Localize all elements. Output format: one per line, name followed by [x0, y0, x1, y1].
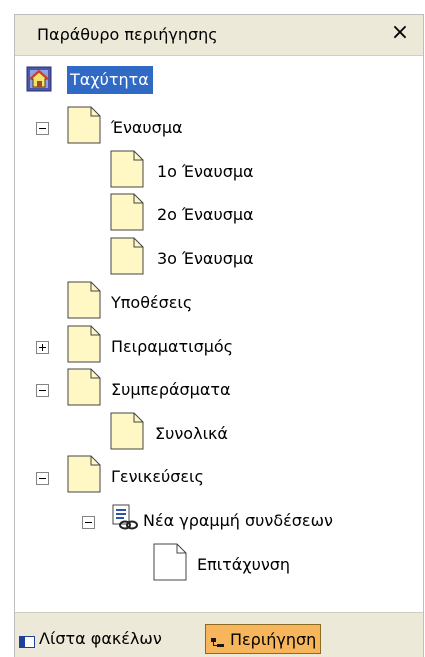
home-icon	[26, 66, 52, 92]
tree-item-first-trigger[interactable]: 1ο Έναυσμα	[157, 162, 254, 181]
page-icon	[110, 193, 144, 231]
page-icon	[110, 412, 144, 450]
tree-item-overall[interactable]: Συνολικά	[155, 424, 228, 443]
navigation-icon	[210, 634, 226, 647]
collapse-icon[interactable]	[36, 384, 49, 397]
tree-item-second-trigger[interactable]: 2ο Έναυσμα	[157, 205, 254, 224]
folder-list-icon	[19, 633, 35, 648]
tree-item-trigger[interactable]: Έναυσμα	[111, 118, 183, 137]
tree-root-velocity[interactable]: Ταχύτητα	[67, 66, 153, 94]
collapse-icon[interactable]	[36, 472, 49, 485]
expand-icon[interactable]	[36, 341, 49, 354]
pane-title: Παράθυρο περιήγησης	[37, 25, 218, 44]
collapse-icon[interactable]	[82, 516, 95, 529]
page-icon	[110, 237, 144, 275]
white-page-icon	[153, 543, 187, 581]
tree-item-conclusions[interactable]: Συμπεράσματα	[111, 380, 231, 399]
page-icon	[110, 150, 144, 188]
tree-item-acceleration[interactable]: Επιτάχυνση	[197, 555, 290, 574]
page-icon	[67, 106, 101, 144]
link-list-icon	[111, 504, 139, 532]
page-icon	[67, 281, 101, 319]
page-icon	[67, 368, 101, 406]
tree-item-third-trigger[interactable]: 3ο Έναυσμα	[157, 249, 254, 268]
tree-item-generalizations[interactable]: Γενικεύσεις	[111, 467, 204, 486]
tab-navigation-label: Περιήγηση	[230, 630, 317, 649]
title-bar: Παράθυρο περιήγησης ×	[15, 15, 423, 55]
tree-item-experimentation[interactable]: Πειραματισμός	[111, 337, 233, 356]
footer-tabs: Λίστα φακέλων Περιήγηση	[15, 612, 423, 657]
collapse-icon[interactable]	[36, 122, 49, 135]
tree-item-new-link-line[interactable]: Νέα γραμμή συνδέσεων	[143, 511, 333, 530]
page-icon	[67, 325, 101, 363]
page-icon	[67, 455, 101, 493]
tab-folder-list[interactable]: Λίστα φακέλων	[15, 624, 166, 654]
close-icon[interactable]: ×	[388, 22, 412, 46]
tab-navigation[interactable]: Περιήγηση	[205, 624, 322, 654]
tree-item-hypotheses[interactable]: Υποθέσεις	[111, 293, 192, 312]
tab-folder-list-label: Λίστα φακέλων	[39, 629, 162, 648]
